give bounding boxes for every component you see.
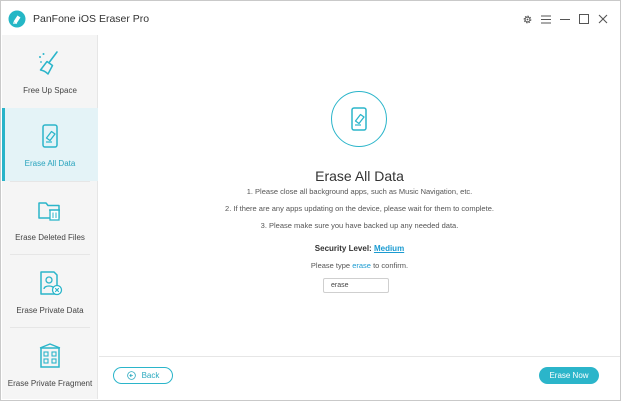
gear-icon [523, 15, 531, 23]
sidebar-item-free-up-space[interactable]: Free Up Space [2, 35, 98, 108]
main-panel: Erase All Data 1. Please close all backg… [99, 35, 620, 399]
back-button[interactable]: Back [113, 367, 173, 384]
close-icon [598, 14, 608, 24]
settings-button[interactable] [518, 11, 536, 27]
maximize-icon [579, 14, 589, 24]
instruction-step-1: 1. Please close all background apps, suc… [246, 187, 473, 196]
arrow-left-circle-icon [126, 371, 136, 380]
confirm-word: erase [352, 261, 371, 270]
sidebar: Free Up Space Erase All Data Erase Delet… [2, 35, 98, 399]
title-bar: PanFone iOS Eraser Pro [1, 1, 620, 37]
fragment-icon [39, 343, 61, 368]
phone-eraser-icon [351, 107, 367, 131]
back-button-label: Back [141, 371, 160, 380]
security-level-row: Security Level: Medium [99, 244, 620, 253]
sidebar-item-erase-all-data[interactable]: Erase All Data [2, 108, 98, 181]
security-level-link[interactable]: Medium [374, 244, 404, 253]
app-logo-icon [8, 10, 26, 28]
confirm-instruction: Please type erase to confirm. [99, 261, 620, 270]
sidebar-item-label: Erase Private Data [16, 306, 84, 315]
sidebar-item-label: Erase All Data [24, 159, 76, 168]
window-controls [517, 11, 612, 27]
security-level-label: Security Level: [314, 244, 372, 253]
sidebar-item-erase-deleted-files[interactable]: Erase Deleted Files [2, 182, 98, 255]
phone-eraser-icon [42, 124, 58, 148]
menu-icon [541, 15, 551, 23]
close-button[interactable] [594, 11, 612, 27]
instruction-step-2: 2. If there are any apps updating on the… [225, 204, 494, 213]
erase-now-button[interactable]: Erase Now [539, 367, 599, 384]
sidebar-item-label: Erase Private Fragment [7, 379, 93, 388]
erase-now-button-label: Erase Now [549, 371, 589, 380]
hero-icon-circle [331, 91, 387, 147]
menu-button[interactable] [537, 11, 555, 27]
folder-trash-icon [38, 202, 60, 221]
sidebar-item-label: Free Up Space [23, 86, 77, 95]
confirm-prefix: Please type [310, 261, 351, 270]
sidebar-item-label: Erase Deleted Files [15, 233, 85, 242]
private-data-icon [40, 271, 63, 296]
sidebar-item-erase-private-data[interactable]: Erase Private Data [2, 255, 98, 328]
app-window: PanFone iOS Eraser Pro Free Up Space Era… [0, 0, 621, 401]
confirm-erase-input[interactable] [323, 278, 389, 293]
minimize-icon [560, 19, 570, 20]
confirm-suffix: to confirm. [373, 261, 409, 270]
minimize-button[interactable] [556, 11, 574, 27]
broom-icon [39, 51, 58, 75]
maximize-button[interactable] [575, 11, 593, 27]
footer-divider [99, 356, 620, 357]
app-title: PanFone iOS Eraser Pro [33, 13, 150, 25]
sidebar-item-erase-private-fragment[interactable]: Erase Private Fragment [2, 328, 98, 401]
page-title: Erase All Data [315, 168, 404, 184]
instruction-step-3: 3. Please make sure you have backed up a… [260, 221, 459, 230]
